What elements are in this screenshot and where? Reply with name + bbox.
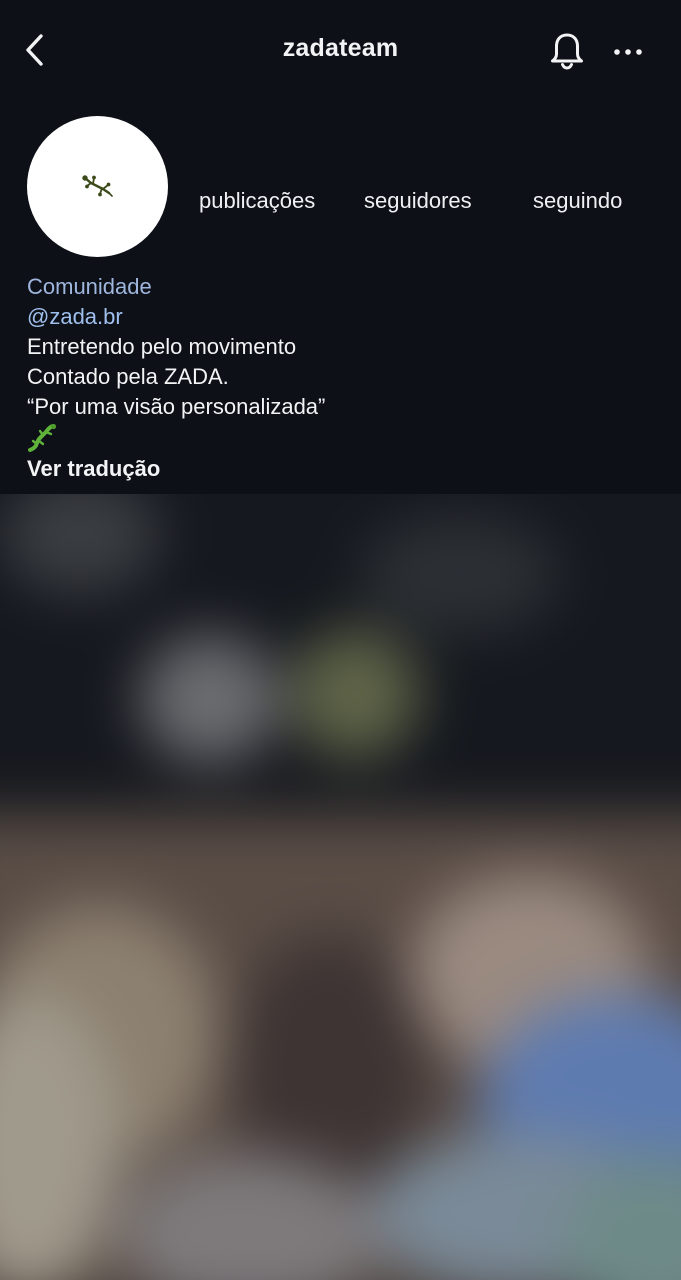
profile-category: Comunidade — [27, 274, 152, 299]
profile-avatar[interactable] — [27, 116, 168, 257]
more-horizontal-icon — [614, 49, 642, 55]
profile-bio: Comunidade @zada.br Entretendo pelo movi… — [27, 272, 627, 484]
bio-line: “Por uma visão personalizada” — [27, 394, 326, 419]
blur-region — [140, 634, 280, 764]
profile-stats: publicações seguidores seguindo — [180, 188, 660, 218]
stat-publicacoes[interactable]: publicações — [199, 188, 315, 214]
gecko-logo-icon — [81, 174, 113, 197]
bell-icon — [551, 33, 583, 70]
see-translation-link[interactable]: Ver tradução — [27, 454, 627, 484]
more-options-button[interactable] — [606, 32, 650, 72]
blur-region — [290, 629, 420, 759]
profile-handle-link[interactable]: @zada.br — [27, 302, 627, 332]
blur-region — [360, 514, 560, 634]
blurred-content — [0, 494, 681, 1280]
stat-seguidores[interactable]: seguidores — [364, 188, 472, 214]
bio-line: Entretendo pelo movimento — [27, 334, 297, 359]
bio-line: Contado pela ZADA. — [27, 364, 229, 389]
posts-grid-blurred[interactable] — [0, 494, 681, 1280]
stat-seguindo[interactable]: seguindo — [533, 188, 622, 214]
lizard-icon — [28, 423, 57, 452]
lizard-emoji — [27, 422, 627, 454]
top-bar: zadateam — [0, 0, 681, 100]
notifications-button[interactable] — [544, 28, 590, 74]
